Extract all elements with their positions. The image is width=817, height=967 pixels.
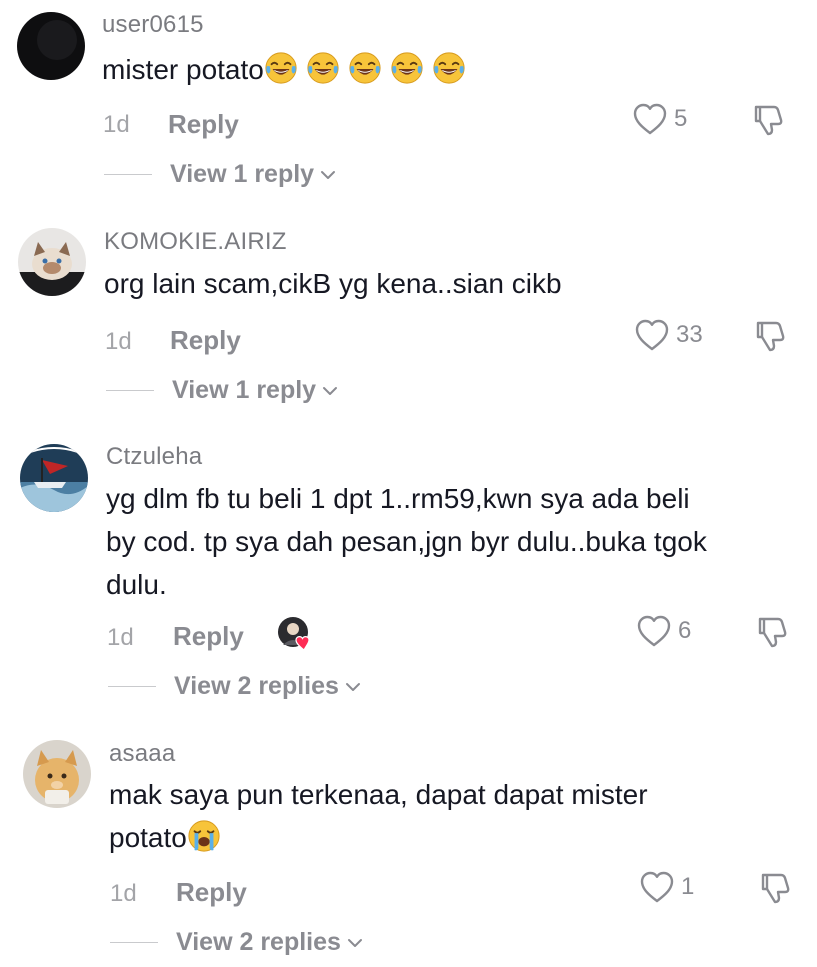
view-replies-label: View 1 reply: [172, 376, 317, 404]
loudly-crying-face-icon: [187, 819, 221, 853]
face-with-tears-of-joy-icon: [390, 51, 424, 85]
creator-liked-badge: [276, 615, 314, 653]
face-with-tears-of-joy-icon: [264, 51, 298, 85]
divider-line: [106, 389, 154, 392]
reply-button[interactable]: Reply: [176, 877, 247, 908]
heart-icon: [639, 870, 675, 904]
comment-time: 1d: [107, 624, 134, 651]
avatar[interactable]: [18, 228, 86, 296]
comment-text: mak saya pun terkenaa, dapat dapat miste…: [109, 773, 799, 859]
like-count: 6: [678, 617, 692, 644]
comment-time: 1d: [105, 328, 132, 355]
face-with-tears-of-joy-icon: [306, 51, 340, 85]
comment-text: org lain scam,cikB yg kena..sian cikb: [104, 268, 562, 299]
dislike-button[interactable]: [752, 316, 790, 354]
face-with-tears-of-joy-icon: [432, 51, 466, 85]
reply-button[interactable]: Reply: [170, 325, 241, 356]
face-with-tears-of-joy-icon: [348, 51, 382, 85]
comment-username[interactable]: Ctzuleha: [106, 443, 202, 471]
view-replies-button[interactable]: View 1 reply: [106, 376, 340, 405]
dislike-button[interactable]: [750, 100, 788, 138]
comment-text-line: mak saya pun terkenaa, dapat dapat miste…: [109, 779, 648, 810]
thumbs-down-icon: [752, 316, 790, 354]
chevron-down-icon: [318, 165, 338, 185]
comment-username[interactable]: user0615: [102, 11, 204, 39]
comment-username[interactable]: KOMOKIE.AIRIZ: [104, 228, 287, 256]
reply-button[interactable]: Reply: [168, 109, 239, 140]
like-button[interactable]: 1: [639, 870, 694, 904]
divider-line: [104, 173, 152, 176]
avatar[interactable]: [23, 740, 91, 808]
heart-icon: [632, 102, 668, 136]
comment-text-line: yg dlm fb tu beli 1 dpt 1..rm59,kwn sya …: [106, 483, 690, 514]
like-count: 5: [674, 105, 688, 132]
chevron-down-icon: [343, 677, 363, 697]
divider-line: [108, 685, 156, 688]
comment-time: 1d: [103, 111, 130, 138]
like-button[interactable]: 6: [636, 614, 691, 648]
dislike-button[interactable]: [757, 868, 795, 906]
comment-text-line: dulu.: [106, 569, 167, 600]
chevron-down-icon: [345, 933, 365, 953]
dislike-button[interactable]: [754, 612, 792, 650]
chevron-down-icon: [320, 381, 340, 401]
comment-text-line: potato: [109, 816, 799, 859]
view-replies-label: View 2 replies: [176, 928, 341, 956]
like-button[interactable]: 5: [632, 102, 687, 136]
view-replies-button[interactable]: View 1 reply: [104, 160, 338, 189]
like-count: 1: [681, 873, 695, 900]
heart-icon: [636, 614, 672, 648]
comment-text: mister potato: [102, 48, 792, 91]
view-replies-button[interactable]: View 2 replies: [110, 928, 365, 957]
thumbs-down-icon: [750, 100, 788, 138]
avatar[interactable]: [20, 444, 88, 512]
divider-line: [110, 941, 158, 944]
comment-text-line: by cod. tp sya dah pesan,jgn byr dulu..b…: [106, 526, 707, 557]
heart-icon: [634, 318, 670, 352]
comment-text: yg dlm fb tu beli 1 dpt 1..rm59,kwn sya …: [106, 477, 796, 606]
comment-time: 1d: [110, 880, 137, 907]
like-count: 33: [676, 321, 703, 348]
view-replies-label: View 1 reply: [170, 160, 315, 188]
thumbs-down-icon: [754, 612, 792, 650]
thumbs-down-icon: [757, 868, 795, 906]
reply-button[interactable]: Reply: [173, 621, 244, 652]
avatar[interactable]: [17, 12, 85, 80]
comment-username[interactable]: asaaa: [109, 740, 175, 768]
view-replies-button[interactable]: View 2 replies: [108, 672, 363, 701]
like-button[interactable]: 33: [634, 318, 703, 352]
view-replies-label: View 2 replies: [174, 672, 339, 700]
